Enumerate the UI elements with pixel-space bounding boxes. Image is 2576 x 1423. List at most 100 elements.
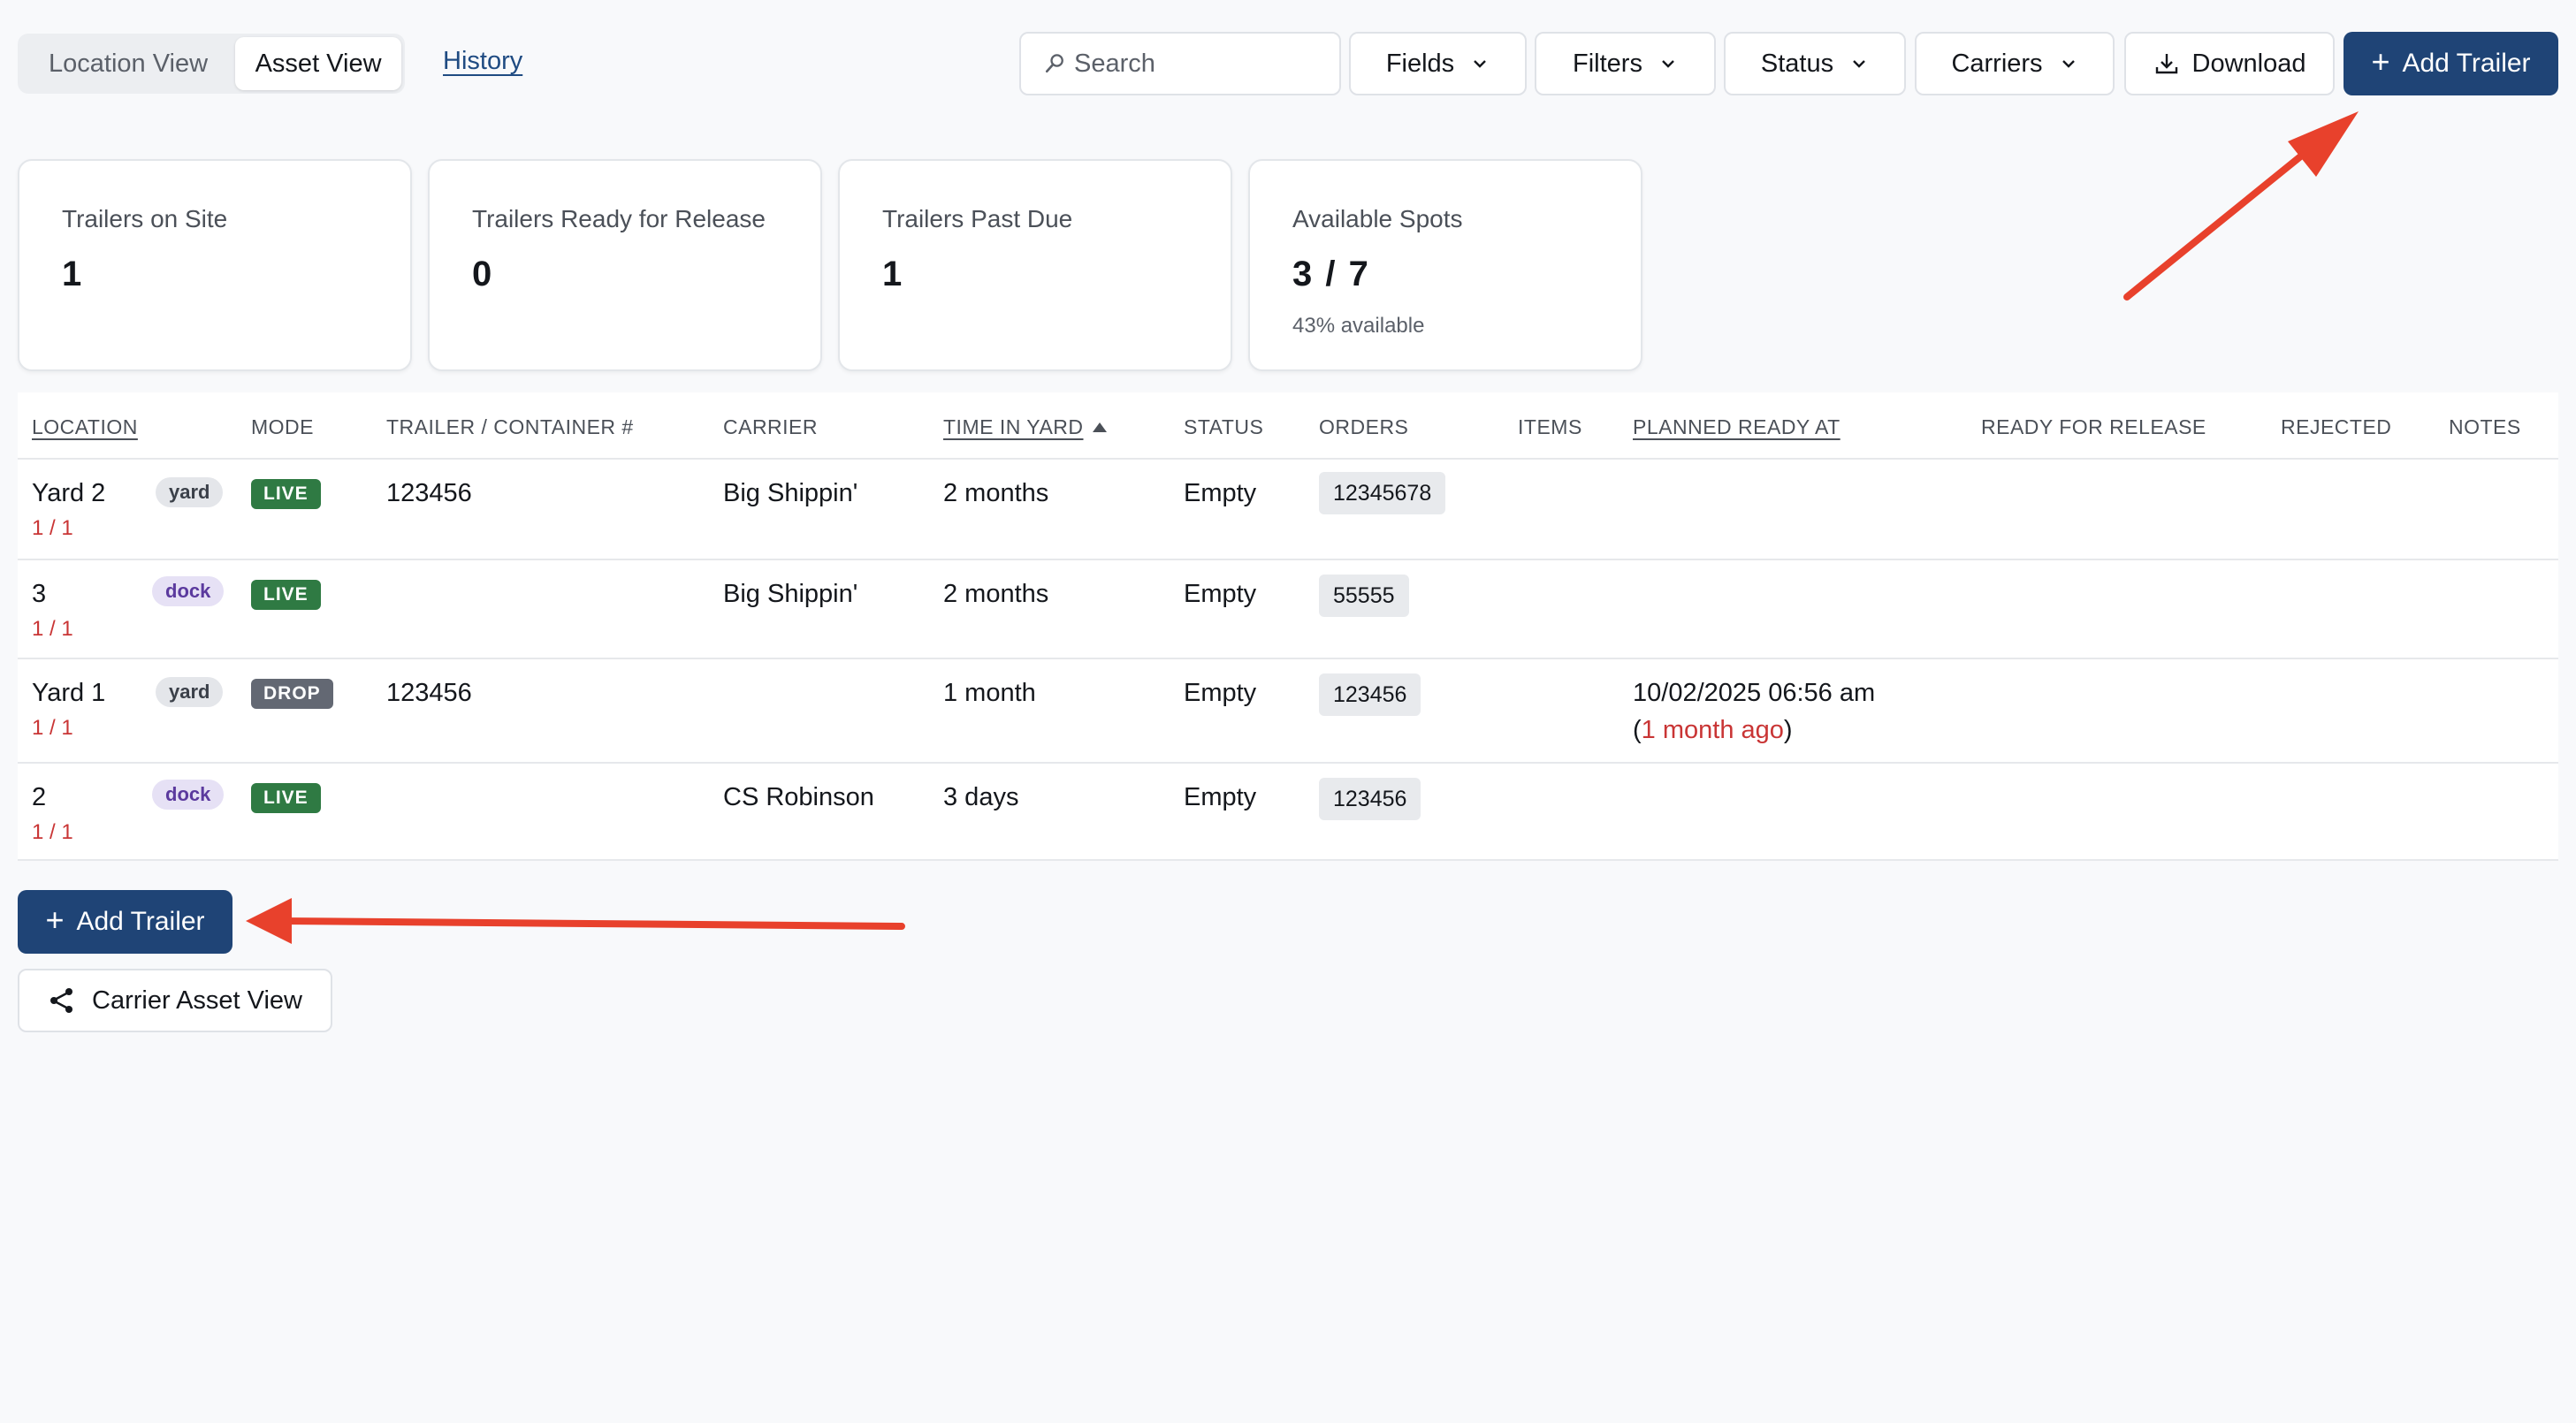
- planned-ready-ago: 1 month ago: [1641, 716, 1784, 744]
- location-occupancy: 1 / 1: [32, 617, 73, 641]
- search-input[interactable]: [1074, 49, 1339, 79]
- stat-value: 1: [62, 255, 84, 293]
- carrier-asset-view-label: Carrier Asset View: [92, 985, 302, 1015]
- carriers-label: Carriers: [1951, 49, 2043, 78]
- chevron-down-icon: [1474, 60, 1487, 68]
- download-button[interactable]: Download: [2124, 32, 2335, 95]
- spot-type-badge: yard: [156, 677, 224, 707]
- col-header-planned-ready-at[interactable]: Planned Ready At: [1633, 415, 1841, 439]
- col-header-carrier: Carrier: [723, 415, 819, 438]
- stat-value: 3 / 7: [1292, 255, 1370, 293]
- plus-icon: +: [2371, 43, 2390, 80]
- table-row[interactable]: 3 1 / 1 dock LIVE Big Shippin' 2 months …: [18, 559, 2558, 658]
- planned-ready-date: 10/02/2025 06:56 am: [1633, 679, 1876, 707]
- carrier-name: CS Robinson: [723, 783, 874, 811]
- location-occupancy: 1 / 1: [32, 716, 73, 740]
- search-box[interactable]: [1019, 32, 1341, 95]
- status-dropdown[interactable]: Status: [1724, 32, 1906, 95]
- spot-type-badge: dock: [152, 576, 225, 606]
- table-row[interactable]: 2 1 / 1 dock LIVE CS Robinson 3 days Emp…: [18, 762, 2558, 861]
- chevron-down-icon: [2062, 60, 2075, 68]
- col-header-location[interactable]: Location: [32, 415, 138, 439]
- chevron-down-icon: [1853, 60, 1865, 68]
- add-trailer-label: Add Trailer: [76, 907, 205, 936]
- asset-view-tab[interactable]: Asset View: [235, 37, 401, 90]
- fields-label: Fields: [1385, 49, 1455, 78]
- download-label: Download: [2191, 49, 2306, 78]
- filters-dropdown[interactable]: Filters: [1535, 32, 1716, 95]
- download-icon: [2155, 54, 2177, 74]
- order-chip[interactable]: 123456: [1319, 673, 1421, 716]
- location-name: 2: [32, 783, 47, 811]
- share-icon: [50, 988, 72, 1013]
- stat-card-trailers-on-site: Trailers on Site 1: [18, 159, 412, 371]
- stat-card-past-due: Trailers Past Due 1: [838, 159, 1232, 371]
- trailer-status: Empty: [1184, 580, 1257, 608]
- mode-badge: LIVE: [251, 580, 321, 610]
- col-header-time-in-yard-group[interactable]: Time in Yard: [943, 415, 1107, 439]
- time-in-yard: 2 months: [943, 479, 1049, 507]
- order-chip[interactable]: 123456: [1319, 778, 1421, 820]
- stat-sub: 43% available: [1292, 314, 1425, 338]
- arrow-to-bottom-add-trailer-icon: [246, 898, 905, 944]
- planned-ready-relative: (1 month ago): [1633, 716, 1793, 744]
- stat-card-available-spots: Available Spots 3 / 7 43% available: [1248, 159, 1642, 371]
- add-trailer-button[interactable]: + Add Trailer: [2344, 32, 2558, 95]
- trailer-table: Location Mode Trailer / Container # Carr…: [18, 392, 2558, 861]
- location-name: Yard 2: [32, 479, 106, 507]
- location-name: 3: [32, 580, 47, 608]
- col-header-rejected: Rejected: [2281, 415, 2392, 438]
- col-header-status: Status: [1184, 415, 1264, 438]
- add-trailer-button-bottom[interactable]: + Add Trailer: [18, 890, 232, 954]
- time-in-yard: 2 months: [943, 580, 1049, 608]
- stat-value: 1: [882, 255, 904, 293]
- trailer-number: 123456: [386, 679, 472, 707]
- mode-badge: DROP: [251, 679, 333, 709]
- col-header-notes: Notes: [2449, 415, 2521, 438]
- carrier-asset-view-button[interactable]: Carrier Asset View: [18, 969, 332, 1032]
- top-bar: Location View Asset View History Fields …: [0, 0, 2576, 97]
- plus-icon: +: [45, 902, 65, 938]
- fields-dropdown[interactable]: Fields: [1349, 32, 1527, 95]
- history-link[interactable]: History: [443, 47, 522, 76]
- carrier-name: Big Shippin': [723, 580, 858, 608]
- col-header-ready-for-release: Ready for Release: [1981, 415, 2206, 438]
- table-row[interactable]: Yard 2 1 / 1 yard LIVE 123456 Big Shippi…: [18, 458, 2558, 559]
- trailer-status: Empty: [1184, 783, 1257, 811]
- trailer-status: Empty: [1184, 679, 1257, 707]
- spot-type-badge: yard: [156, 477, 224, 507]
- status-label: Status: [1760, 49, 1834, 78]
- add-trailer-label: Add Trailer: [2402, 49, 2531, 78]
- location-view-tab[interactable]: Location View: [21, 37, 235, 90]
- stat-label: Available Spots: [1292, 205, 1463, 232]
- mode-badge: LIVE: [251, 479, 321, 509]
- trailer-status: Empty: [1184, 479, 1257, 507]
- stat-value: 0: [472, 255, 494, 293]
- location-occupancy: 1 / 1: [32, 820, 73, 844]
- stat-label: Trailers Past Due: [882, 205, 1073, 232]
- time-in-yard: 3 days: [943, 783, 1019, 811]
- col-header-orders: Orders: [1319, 415, 1409, 438]
- location-occupancy: 1 / 1: [32, 516, 73, 540]
- mode-badge: LIVE: [251, 783, 321, 813]
- carrier-name: Big Shippin': [723, 479, 858, 507]
- arrow-to-top-add-trailer-icon: [2123, 111, 2359, 301]
- time-in-yard: 1 month: [943, 679, 1036, 707]
- order-chip[interactable]: 55555: [1319, 575, 1409, 617]
- table-row[interactable]: Yard 1 1 / 1 yard DROP 123456 1 month Em…: [18, 658, 2558, 762]
- stat-label: Trailers Ready for Release: [472, 205, 766, 232]
- spot-type-badge: dock: [152, 780, 225, 810]
- location-name: Yard 1: [32, 679, 106, 707]
- trailer-number: 123456: [386, 479, 472, 507]
- sort-asc-icon: [1092, 422, 1107, 432]
- filters-label: Filters: [1573, 49, 1642, 78]
- stat-card-ready-for-release: Trailers Ready for Release 0: [428, 159, 822, 371]
- carriers-dropdown[interactable]: Carriers: [1915, 32, 2115, 95]
- col-header-items: Items: [1518, 415, 1582, 438]
- col-header-time-in-yard[interactable]: Time in Yard: [943, 415, 1084, 438]
- col-header-trailer: Trailer / Container #: [386, 415, 634, 438]
- col-header-mode: Mode: [251, 415, 314, 438]
- search-icon: [1045, 54, 1063, 73]
- order-chip[interactable]: 12345678: [1319, 472, 1446, 514]
- stat-label: Trailers on Site: [62, 205, 228, 232]
